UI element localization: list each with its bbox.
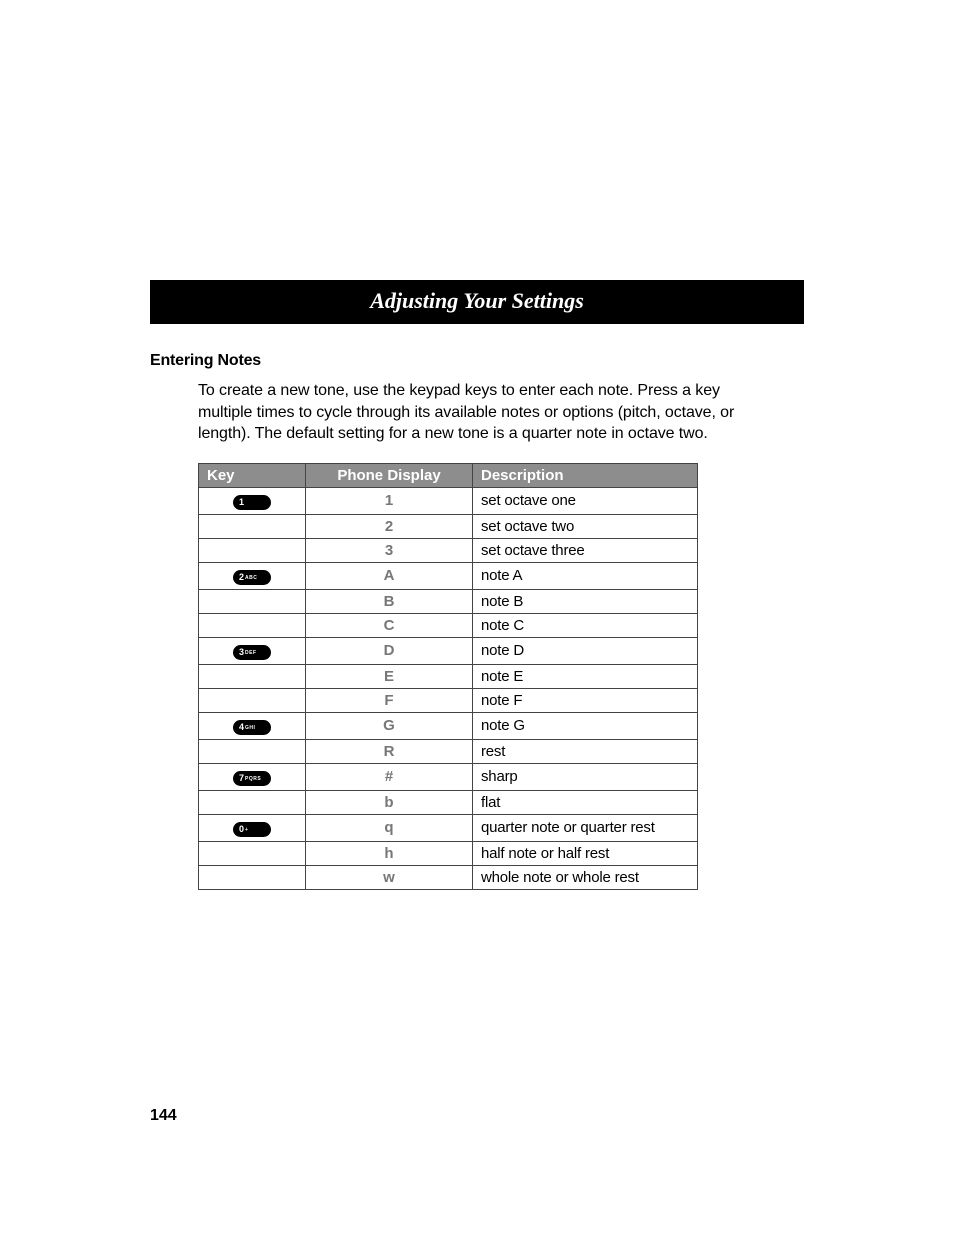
display-cell: 2 (306, 514, 473, 538)
key-cell (199, 538, 306, 562)
keypad-key-number: 1 (237, 495, 244, 510)
keypad-key-number: 7 (237, 771, 244, 786)
table-row: wwhole note or whole rest (199, 865, 698, 889)
display-cell: # (306, 763, 473, 790)
display-cell: D (306, 637, 473, 664)
keypad-key-label: GHI (244, 721, 255, 736)
table-row: bflat (199, 790, 698, 814)
key-cell (199, 664, 306, 688)
display-cell: 3 (306, 538, 473, 562)
keypad-key-label: ABC (244, 571, 257, 586)
table-row: 3set octave three (199, 538, 698, 562)
table-row: 3DEF Dnote D (199, 637, 698, 664)
keypad-key-icon: 2ABC (233, 570, 271, 585)
display-cell: h (306, 841, 473, 865)
keypad-key-label: DEF (244, 646, 257, 661)
description-cell: note G (473, 712, 698, 739)
table-row: 2ABC Anote A (199, 562, 698, 589)
table-row: Fnote F (199, 688, 698, 712)
table-row: 7PQRS #sharp (199, 763, 698, 790)
keypad-key-icon: 3DEF (233, 645, 271, 660)
display-cell: F (306, 688, 473, 712)
keypad-key-label: + (244, 823, 248, 838)
key-cell (199, 790, 306, 814)
description-cell: note C (473, 613, 698, 637)
description-cell: whole note or whole rest (473, 865, 698, 889)
description-cell: set octave three (473, 538, 698, 562)
page-number: 144 (150, 1107, 177, 1125)
key-cell (199, 865, 306, 889)
keypad-key-number: 2 (237, 570, 244, 585)
description-cell: quarter note or quarter rest (473, 814, 698, 841)
th-display: Phone Display (306, 463, 473, 487)
key-cell: 3DEF (199, 637, 306, 664)
key-cell: 0+ (199, 814, 306, 841)
table-row: hhalf note or half rest (199, 841, 698, 865)
intro-paragraph: To create a new tone, use the keypad key… (198, 380, 738, 445)
description-cell: note F (473, 688, 698, 712)
table-row: Enote E (199, 664, 698, 688)
description-cell: set octave one (473, 487, 698, 514)
display-cell: C (306, 613, 473, 637)
table-row: 0+ qquarter note or quarter rest (199, 814, 698, 841)
key-cell (199, 514, 306, 538)
key-cell (199, 613, 306, 637)
display-cell: q (306, 814, 473, 841)
keypad-key-icon: 4GHI (233, 720, 271, 735)
keypad-key-icon: 0+ (233, 822, 271, 837)
display-cell: A (306, 562, 473, 589)
description-cell: note E (473, 664, 698, 688)
th-key: Key (199, 463, 306, 487)
key-cell (199, 688, 306, 712)
keypad-key-number: 3 (237, 645, 244, 660)
keypad-key-number: 0 (237, 822, 244, 837)
description-cell: note B (473, 589, 698, 613)
key-cell: 7PQRS (199, 763, 306, 790)
key-cell (199, 841, 306, 865)
description-cell: set octave two (473, 514, 698, 538)
table-row: Bnote B (199, 589, 698, 613)
description-cell: half note or half rest (473, 841, 698, 865)
key-cell: 4GHI (199, 712, 306, 739)
display-cell: B (306, 589, 473, 613)
keypad-key-icon: 7PQRS (233, 771, 271, 786)
key-cell (199, 739, 306, 763)
notes-table: Key Phone Display Description 11set octa… (198, 463, 698, 890)
display-cell: G (306, 712, 473, 739)
keypad-key-number: 4 (237, 720, 244, 735)
table-row: Cnote C (199, 613, 698, 637)
table-row: Rrest (199, 739, 698, 763)
table-row: 11set octave one (199, 487, 698, 514)
key-cell (199, 589, 306, 613)
key-cell: 2ABC (199, 562, 306, 589)
description-cell: rest (473, 739, 698, 763)
display-cell: 1 (306, 487, 473, 514)
section-heading: Entering Notes (150, 352, 804, 370)
display-cell: E (306, 664, 473, 688)
key-cell: 1 (199, 487, 306, 514)
table-row: 4GHI Gnote G (199, 712, 698, 739)
display-cell: w (306, 865, 473, 889)
description-cell: note D (473, 637, 698, 664)
keypad-key-icon: 1 (233, 495, 271, 510)
display-cell: b (306, 790, 473, 814)
description-cell: sharp (473, 763, 698, 790)
keypad-key-label: PQRS (244, 772, 261, 787)
th-desc: Description (473, 463, 698, 487)
page-title-bar: Adjusting Your Settings (150, 280, 804, 324)
description-cell: note A (473, 562, 698, 589)
table-row: 2set octave two (199, 514, 698, 538)
description-cell: flat (473, 790, 698, 814)
display-cell: R (306, 739, 473, 763)
